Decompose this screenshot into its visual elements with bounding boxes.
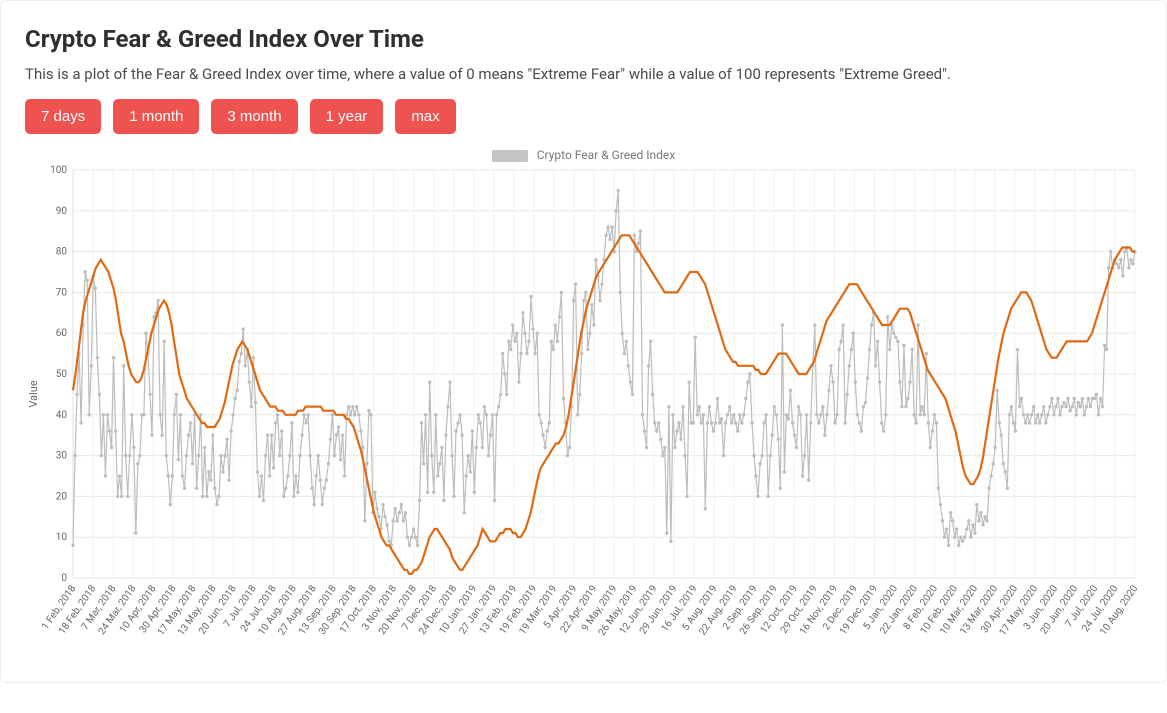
svg-text:0: 0 [61, 573, 67, 584]
svg-text:30: 30 [56, 451, 68, 462]
chart-plot: Value 01020304050607080901001 Feb, 20181… [25, 164, 1143, 674]
range-max-button[interactable]: max [395, 99, 455, 134]
svg-text:50: 50 [56, 369, 68, 380]
svg-text:100: 100 [50, 165, 67, 176]
page-title: Crypto Fear & Greed Index Over Time [25, 25, 1142, 53]
page-subtitle: This is a plot of the Fear & Greed Index… [25, 65, 1142, 83]
legend-label: Crypto Fear & Greed Index [537, 148, 676, 162]
svg-text:70: 70 [56, 287, 68, 298]
svg-text:40: 40 [56, 410, 68, 421]
range-7d-button[interactable]: 7 days [25, 99, 101, 134]
svg-text:80: 80 [56, 247, 68, 258]
svg-text:90: 90 [56, 206, 68, 217]
y-axis-title: Value [27, 380, 40, 407]
range-buttons: 7 days 1 month 3 month 1 year max [25, 99, 1142, 134]
svg-text:10: 10 [56, 532, 68, 543]
range-1y-button[interactable]: 1 year [310, 99, 384, 134]
svg-text:60: 60 [56, 328, 68, 339]
range-1m-button[interactable]: 1 month [113, 99, 199, 134]
legend-swatch [492, 150, 528, 162]
range-3m-button[interactable]: 3 month [211, 99, 297, 134]
chart-card: Crypto Fear & Greed Index Over Time This… [0, 0, 1167, 683]
svg-text:20: 20 [56, 491, 68, 502]
chart-legend: Crypto Fear & Greed Index [25, 148, 1142, 162]
